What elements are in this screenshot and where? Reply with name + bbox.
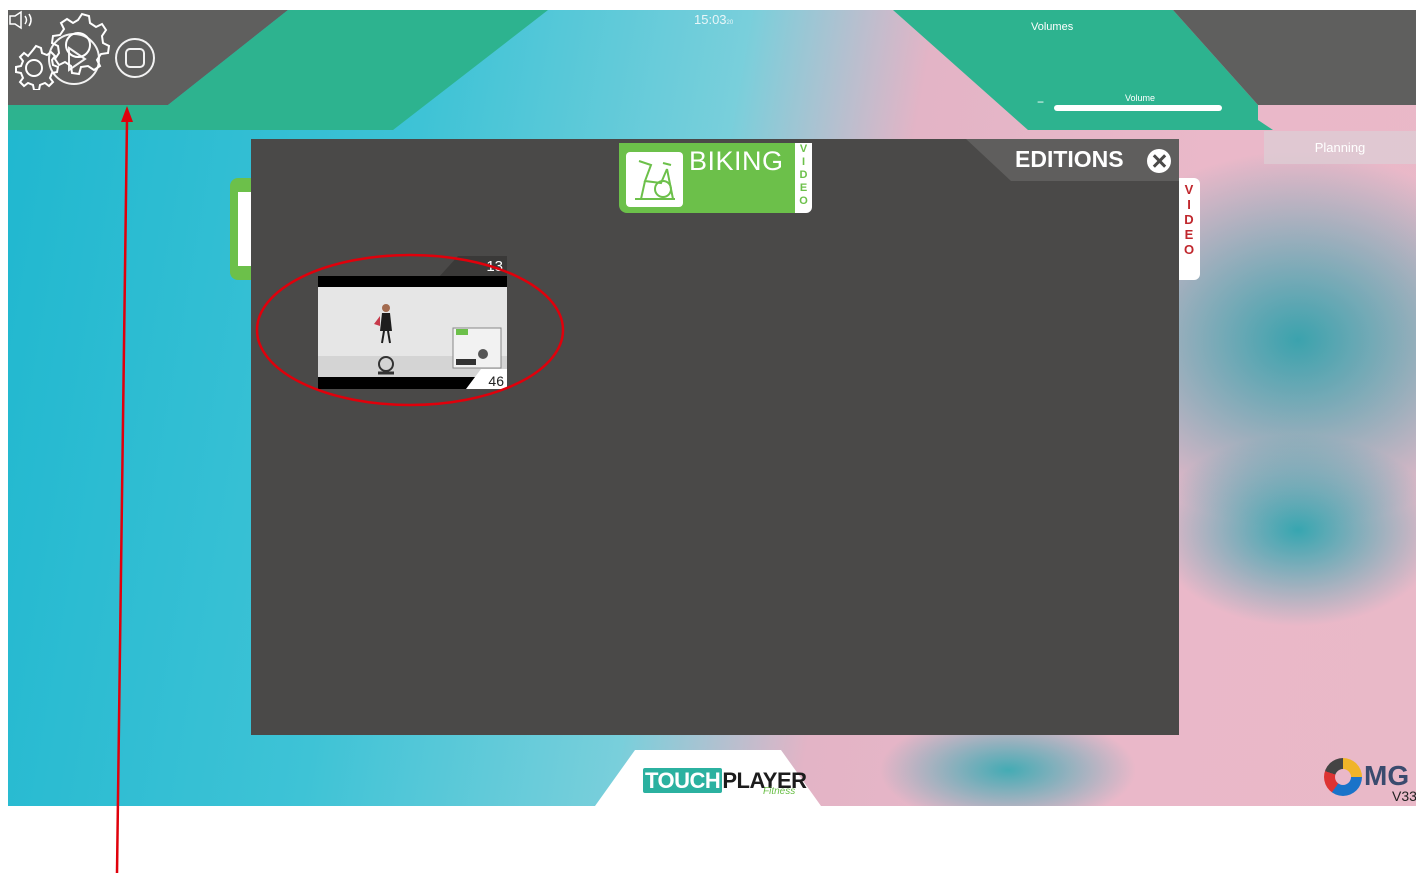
video-letter: V xyxy=(799,143,808,155)
mg-logo: MG V33 xyxy=(1324,758,1416,806)
version-label: V33 xyxy=(1392,788,1416,804)
app-screen: 15:0320 Volumes Volume − Planning VIDEO xyxy=(8,10,1416,806)
mg-logo-icon xyxy=(1324,758,1362,796)
clock-time: 15:03 xyxy=(694,12,727,27)
gears-icon[interactable] xyxy=(8,10,116,90)
clock: 15:0320 xyxy=(694,12,733,27)
top-bar: 15:0320 Volumes Volume − xyxy=(8,10,1416,140)
category-video-strip: V I D E O xyxy=(795,143,812,213)
logo-fitness: Fitness xyxy=(763,786,796,797)
video-letter: E xyxy=(799,182,808,194)
logo-touch: TOUCH xyxy=(643,768,723,793)
stop-icon xyxy=(125,48,145,68)
stop-button[interactable] xyxy=(115,38,155,78)
video-letter: I xyxy=(801,156,806,168)
video-letter: O xyxy=(799,195,808,207)
video-letter: D xyxy=(799,169,808,181)
background-video-strip: VIDEO xyxy=(1178,178,1200,280)
category-label: BIKING xyxy=(689,146,784,176)
editions-title: EDITIONS xyxy=(1015,146,1124,172)
volume-slider[interactable] xyxy=(1054,105,1222,111)
annotation-ellipse xyxy=(255,253,565,407)
planning-tab[interactable]: Planning xyxy=(1264,131,1416,164)
category-icon-box xyxy=(626,152,683,207)
volumes-label[interactable]: Volumes xyxy=(1031,21,1073,33)
volume-caption: Volume xyxy=(1125,93,1156,103)
editions-panel: EDITIONS BIKING V I D E O 13 46 xyxy=(251,139,1179,735)
stationary-bike-icon xyxy=(635,160,675,200)
close-icon[interactable] xyxy=(1147,149,1171,173)
top-bar-shapes xyxy=(8,10,1416,130)
clock-seconds: 20 xyxy=(726,20,734,26)
touchplayer-logo: TOUCHPLAYER Fitness xyxy=(595,750,821,806)
volume-minus[interactable]: − xyxy=(1037,96,1044,108)
category-badge-biking[interactable]: BIKING V I D E O xyxy=(619,143,812,213)
background-video-letters: VIDEO xyxy=(1183,182,1195,257)
